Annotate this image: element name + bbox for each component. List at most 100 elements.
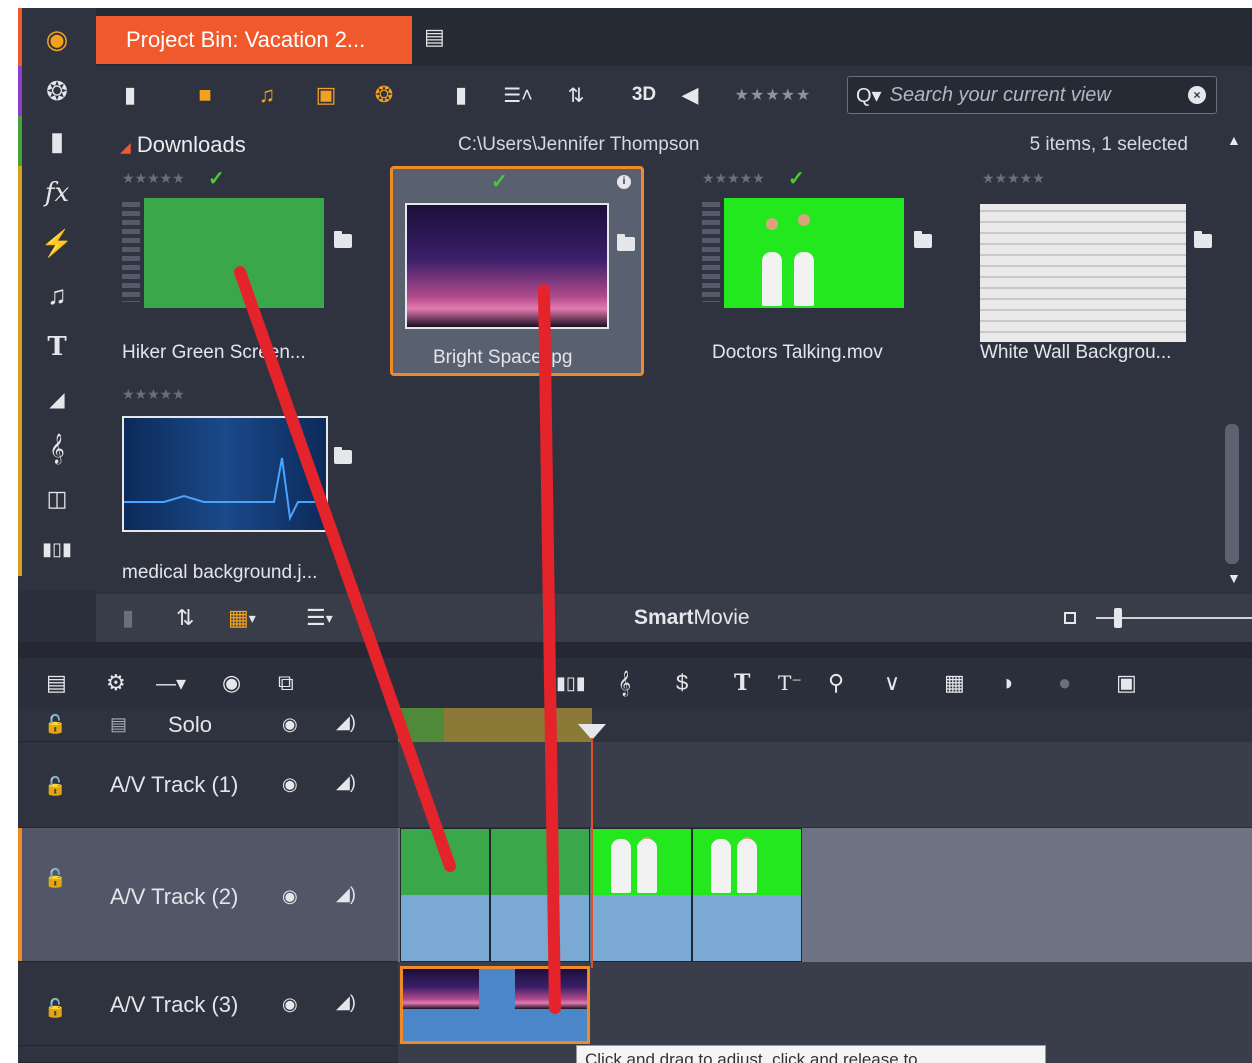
breadcrumb[interactable]: ◢ Downloads [120,132,246,158]
copy-icon[interactable]: ▮ [122,604,134,632]
lock-icon[interactable]: 🔓 [44,776,66,797]
track-header-av1[interactable]: 🔓 A/V Track (1) ◉ ◢) [18,742,398,828]
overlay-icon[interactable]: ◢ [18,374,96,424]
project-bin-icon[interactable]: ◉ [18,14,96,64]
clip-doctors-1[interactable] [592,828,692,962]
record-icon[interactable]: ◉ [222,668,241,698]
clear-search-icon[interactable]: × [1188,86,1206,104]
storyboard-icon[interactable]: ⧉ [278,668,294,698]
track-header-av3[interactable]: 🔓 A/V Track (3) ◉ ◢) [18,962,398,1046]
bin-item-hiker-green-screen[interactable]: ★★★★★ ✓ Hiker Green Screen... [96,166,352,376]
track-name: Solo [168,712,213,737]
search-input[interactable] [889,83,1180,107]
screen-icon[interactable]: ▣ [1116,668,1137,698]
media-reel-icon[interactable]: ❂ [18,66,96,116]
item-caption: White Wall Backgrou... [980,342,1172,363]
list-options-icon[interactable]: ☰˄ [498,80,538,110]
scroll-up-icon[interactable]: ▲ [1227,132,1241,148]
bin-item-white-wall[interactable]: ★★★★★ White Wall Backgrou... [956,166,1212,376]
ruler-range-gold [444,708,592,742]
small-thumbs-icon[interactable] [1064,612,1076,624]
lock-icon[interactable]: 🔓 [44,868,66,889]
score-fitter-icon[interactable]: 𝄞 [18,424,96,474]
item-rating[interactable]: ★★★★★ [702,170,765,187]
folder-icon[interactable]: ▮ [446,80,476,110]
grid-view-icon[interactable]: ▦ ▾ [228,604,256,632]
sort-icon[interactable]: ⇅ [556,80,596,110]
music-note-icon[interactable]: ♫ [18,270,96,320]
snap-icon[interactable]: —▾ [156,668,186,698]
bin-scrollbar[interactable]: ▲ ▼ [1216,124,1252,594]
clip-hiker-2[interactable] [490,828,590,962]
gear-icon[interactable]: ⚙ [106,668,126,698]
collapse-triangle-icon[interactable]: ◢ [120,139,131,155]
project-filter-icon[interactable]: ❂ [368,80,400,110]
track-header-solo[interactable]: 🔓 ▤ Solo ◉ ◢) [18,708,398,742]
clip-doctors-2[interactable] [692,828,802,962]
eye-icon[interactable]: ◉ [282,886,298,907]
photo-filter-icon[interactable]: ▣ [310,80,342,110]
info-icon[interactable]: i [617,175,631,189]
lock-icon[interactable]: 🔓 [44,998,66,1019]
item-rating[interactable]: ★★★★★ [982,170,1045,187]
track-row-av3[interactable] [398,962,1252,1046]
voiceover-mic-icon[interactable]: ⚲ [828,668,844,698]
color-icon[interactable]: ◑ [1000,668,1013,698]
eye-icon[interactable]: ◉ [282,774,298,795]
track-settings-icon[interactable]: ▤ [46,668,67,698]
video-filter-icon[interactable]: ■ [190,80,220,110]
playhead-line[interactable] [591,738,593,968]
link-icon[interactable]: ● [1058,668,1071,698]
track-row-av1[interactable] [398,742,1252,828]
library-folder-icon[interactable]: ▮ [18,116,96,166]
split-icon[interactable]: ∨ [884,668,900,698]
tab-project-bin[interactable]: Project Bin: Vacation 2... [96,16,412,64]
scroll-down-icon[interactable]: ▼ [1227,570,1241,586]
speaker-icon[interactable]: ◢) [336,712,356,733]
clip-hiker-1[interactable] [400,828,490,962]
audio-filter-icon[interactable]: ♫ [252,80,282,110]
add-folder-icon[interactable]: ▮ [112,80,148,110]
item-rating[interactable]: ★★★★★ [122,386,185,403]
bin-item-medical-background[interactable]: ★★★★★ medical background.j... [96,382,352,592]
speaker-icon[interactable]: ◢) [336,772,356,793]
bin-item-doctors-talking[interactable]: ★★★★★ ✓ Doctors Talking.mov [676,166,932,376]
3d-filter-button[interactable]: 3D [628,80,660,110]
item-rating[interactable]: ★★★★★ [122,170,185,187]
speaker-icon[interactable]: ◢) [336,992,356,1013]
scroll-thumb[interactable] [1225,424,1239,564]
transitions-icon[interactable]: ⚡ [18,218,96,268]
panel-divider[interactable] [18,642,1252,658]
eye-icon[interactable]: ◉ [282,994,298,1015]
score-icon[interactable]: 𝄞 [618,668,631,698]
multicam-icon[interactable]: ▦ [944,668,965,698]
track-row-av2[interactable] [398,828,1252,962]
timeline-area[interactable] [398,708,1252,1063]
eye-icon[interactable]: ◉ [282,714,298,735]
rating-filter-stars[interactable]: ★★★★★ [728,80,818,110]
montage-icon[interactable]: ◫ [18,474,96,524]
titles-icon[interactable]: T [18,322,96,372]
search-box[interactable]: Q▾ × [847,76,1217,114]
list-view-icon[interactable]: ☰ ▾ [306,604,333,632]
track-header-av2[interactable]: 🔓 A/V Track (2) ◉ ◢) [18,828,398,962]
title-3d-icon[interactable]: T⁻ [778,668,802,698]
sync-icon[interactable]: ⇅ [176,604,194,632]
ruler-row[interactable] [398,708,1252,742]
thumb-size-slider[interactable] [1096,608,1252,628]
audio-waveform-icon[interactable]: ▮▯▮ [18,524,96,574]
speaker-icon[interactable]: ◢) [336,884,356,905]
title-icon[interactable]: T [734,668,750,698]
undock-icon[interactable]: ▤ [424,24,454,52]
tag-icon[interactable]: ◀ [676,80,704,110]
search-icon[interactable]: Q▾ [856,83,882,108]
bin-item-bright-space[interactable]: ✓ i Bright Space.jpg [390,166,644,376]
audio-mixer-icon[interactable]: ▮▯▮ [556,668,586,698]
effects-fx-icon[interactable]: fx [18,168,96,218]
lock-icon[interactable]: 🔓 [44,714,66,735]
slider-knob[interactable] [1114,608,1122,628]
smartmovie-button[interactable]: SmartMovie [634,606,750,630]
dollar-icon[interactable]: $ [676,668,688,698]
folder-path: C:\Users\Jennifer Thompson [458,134,700,155]
clip-bright-space[interactable] [400,966,590,1044]
